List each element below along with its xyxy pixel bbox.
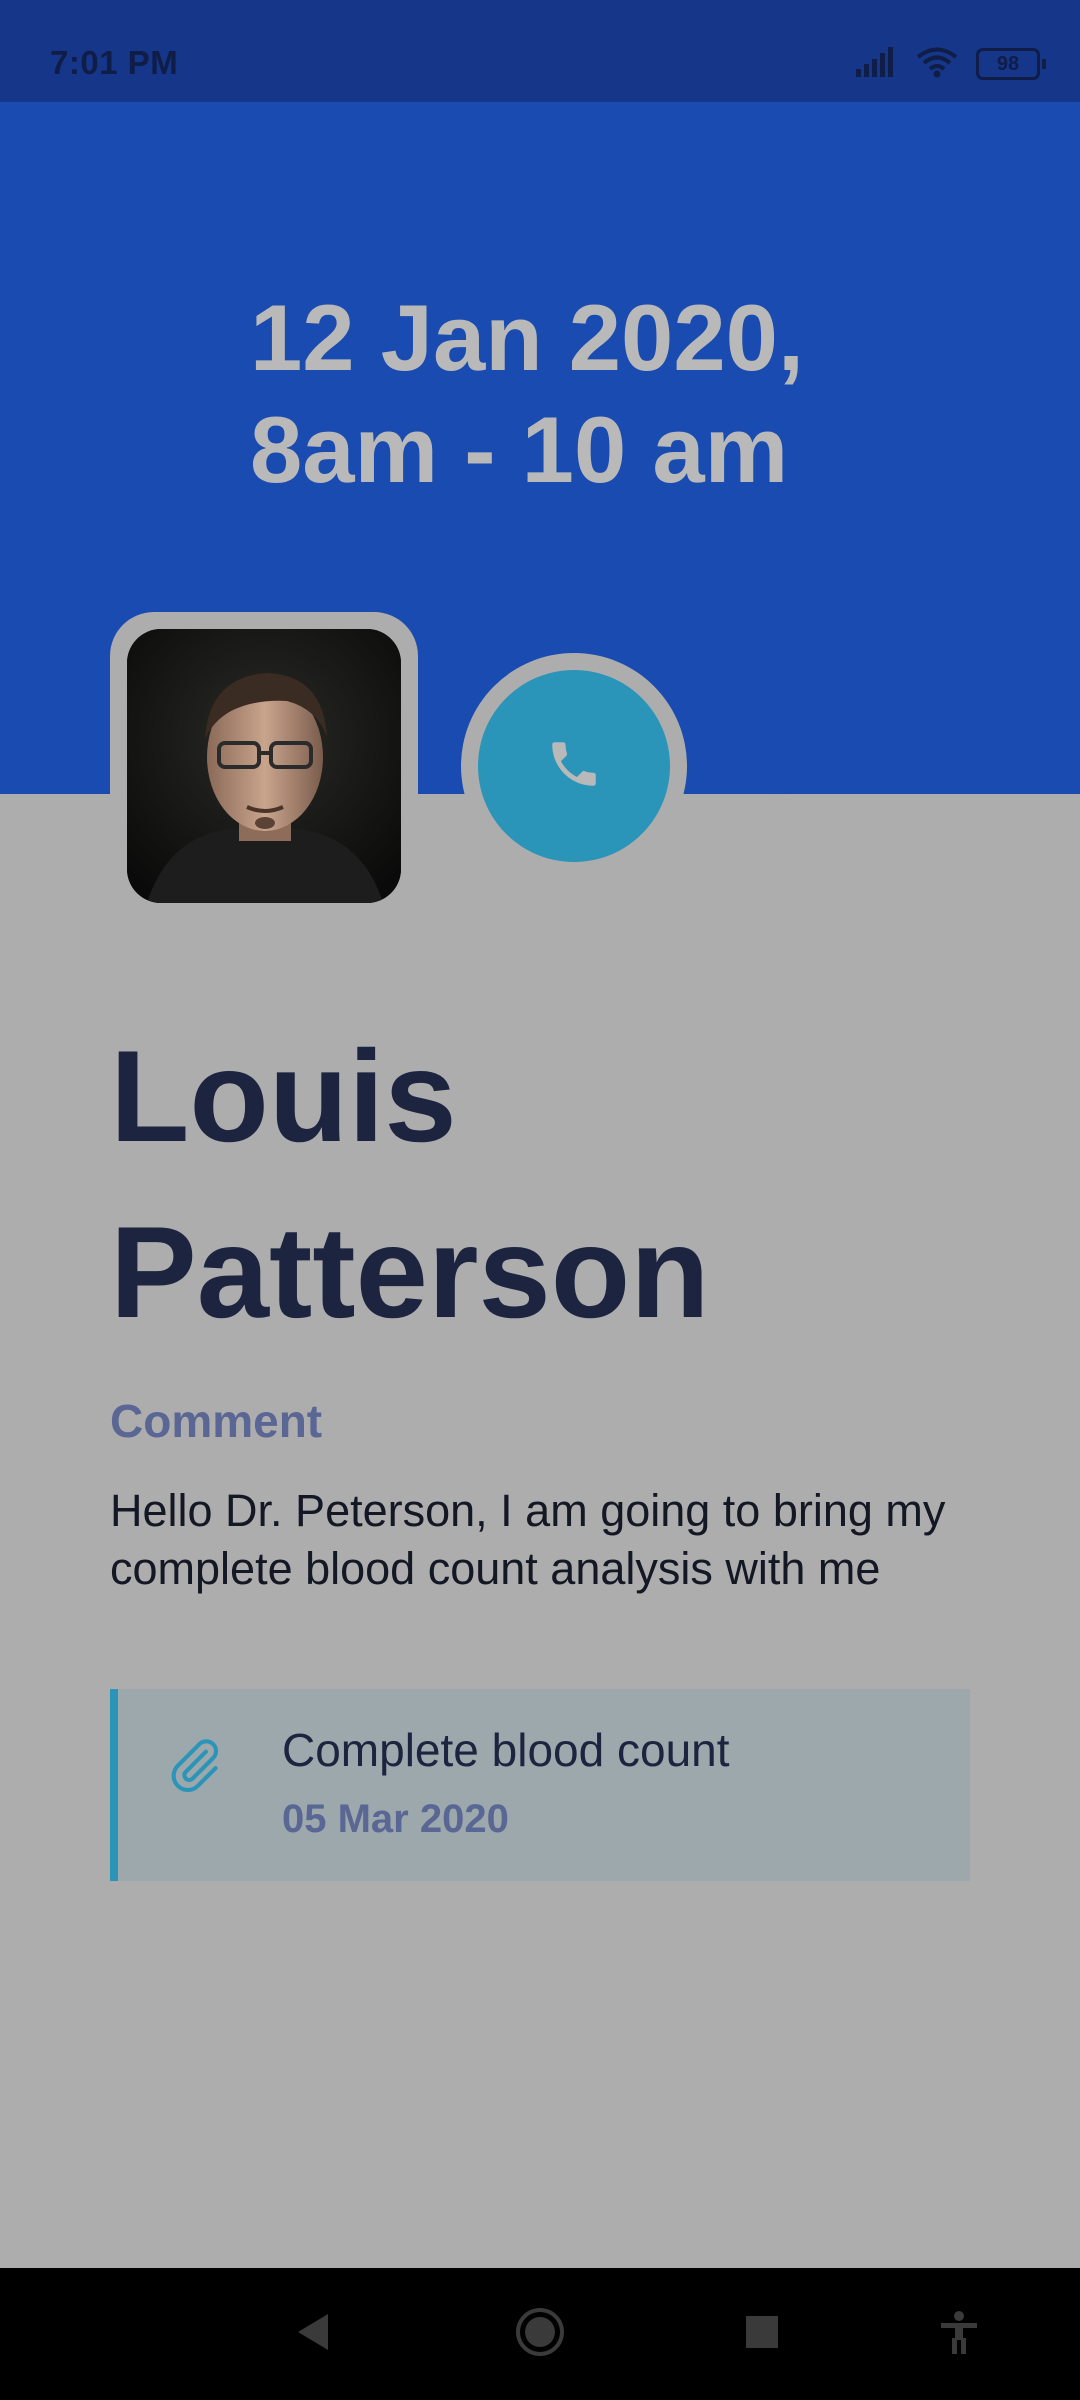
wifi-icon (916, 46, 958, 83)
call-button[interactable] (478, 670, 670, 862)
status-bar: 7:01 PM 98 (0, 0, 1080, 102)
back-button[interactable] (280, 2302, 344, 2366)
recents-button[interactable] (730, 2302, 794, 2366)
phone-icon (545, 735, 603, 798)
attachment-card[interactable]: Complete blood count 05 Mar 2020 (110, 1689, 970, 1881)
patient-first-name: Louis (110, 1023, 457, 1169)
paperclip-icon (166, 1733, 224, 1802)
attachment-date: 05 Mar 2020 (282, 1797, 509, 1841)
patient-last-name: Patterson (110, 1199, 710, 1345)
home-button[interactable] (508, 2302, 572, 2366)
signal-icon (856, 46, 898, 82)
appointment-time-line2: 8am - 10 am (250, 397, 789, 502)
navigation-bar (0, 2268, 1080, 2400)
status-icons: 98 (856, 44, 1046, 84)
accessibility-icon (939, 2310, 979, 2359)
appointment-date-line1: 12 Jan 2020, (250, 285, 804, 390)
appointment-date: 12 Jan 2020, 8am - 10 am (250, 282, 804, 506)
comment-label: Comment (110, 1395, 323, 1447)
status-time: 7:01 PM (50, 44, 179, 81)
home-icon (514, 2306, 566, 2363)
recents-icon (744, 2314, 780, 2355)
attachment-name: Complete blood count (282, 1724, 730, 1776)
avatar (127, 629, 401, 903)
patient-name: Louis Patterson (110, 1008, 1010, 1360)
battery-icon: 98 (976, 48, 1046, 80)
patient-photo (127, 629, 401, 903)
back-icon (294, 2312, 330, 2357)
comment-text: Hello Dr. Peterson, I am going to bring … (110, 1485, 946, 1594)
battery-level: 98 (996, 52, 1020, 75)
accessibility-button[interactable] (927, 2302, 991, 2366)
